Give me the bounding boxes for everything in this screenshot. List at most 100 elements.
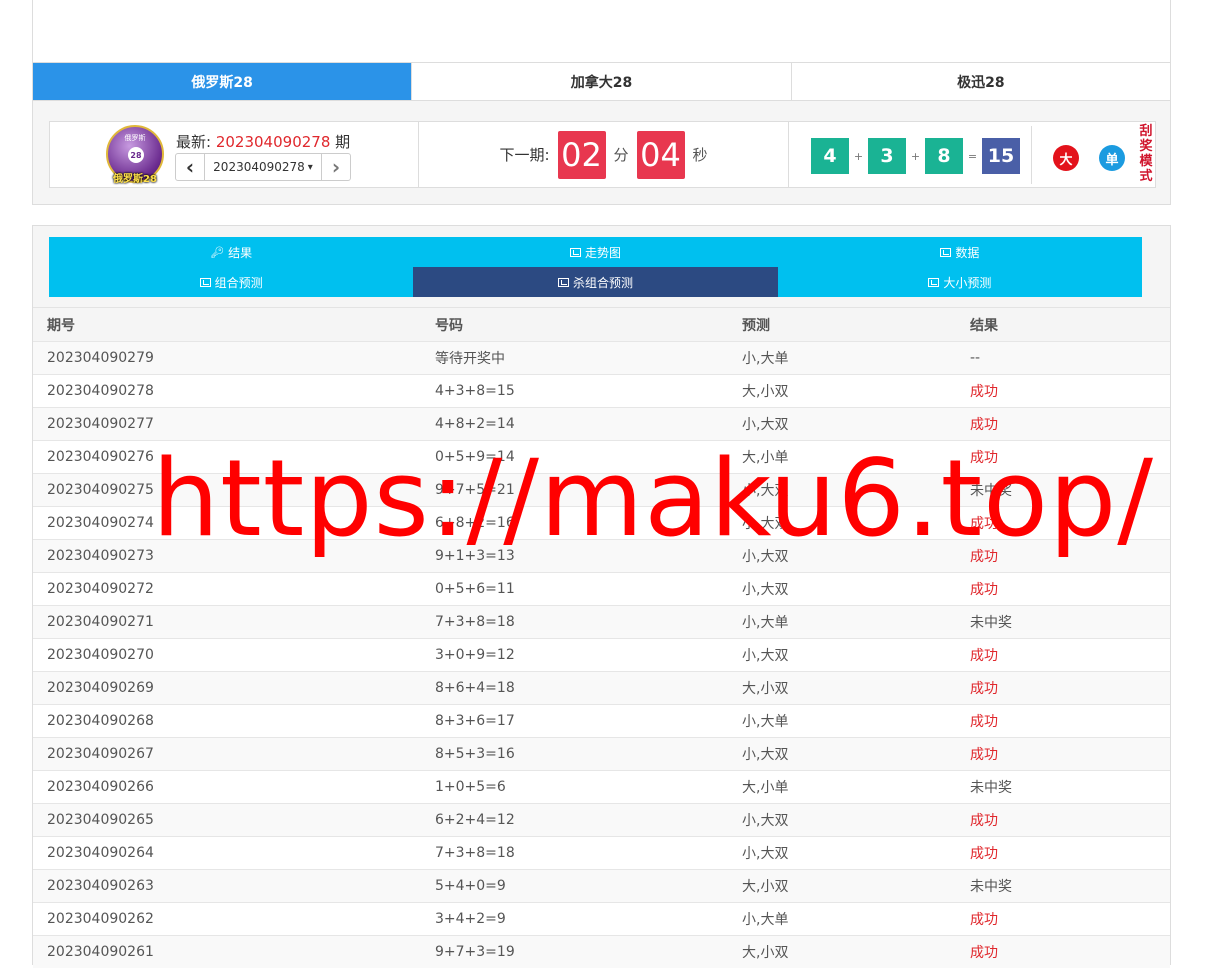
table-row: 2023040902647+3+8=18小,大双成功 [33,837,1170,870]
cell-issue: 202304090263 [33,870,421,903]
draw-sum: 15 [982,138,1020,174]
countdown-section: 下一期: 02 分 04 秒 [419,122,789,187]
cell-prediction: 大,小双 [728,870,956,903]
cell-result: 成功 [956,837,1170,870]
tab-canada28[interactable]: 加拿大28 [412,63,791,100]
size-badge: 大 [1053,145,1079,171]
cell-result: 成功 [956,903,1170,936]
cell-prediction: 小,大双 [728,408,956,441]
cell-issue: 202304090262 [33,903,421,936]
cell-numbers: 7+3+8=18 [421,837,728,870]
cell-issue: 202304090267 [33,738,421,771]
minutes-unit: 分 [614,144,629,165]
tab-jixun28[interactable]: 极迅28 [792,63,1170,100]
cell-issue: 202304090261 [33,936,421,968]
table-row: 2023040902720+5+6=11小,大双成功 [33,573,1170,606]
cell-prediction: 小,大单 [728,903,956,936]
cell-issue: 202304090276 [33,441,421,474]
chevron-right-icon: › [332,155,340,179]
cell-prediction: 小,大双 [728,639,956,672]
table-row: 2023040902784+3+8=15大,小双成功 [33,375,1170,408]
latest-number: 202304090278 [216,133,331,151]
cell-prediction: 小,大双 [728,837,956,870]
cell-numbers: 5+4+0=9 [421,870,728,903]
table-body: 202304090279等待开奖中小,大单--2023040902784+3+8… [33,342,1170,968]
cell-prediction: 大,小双 [728,672,956,705]
cell-issue: 202304090278 [33,375,421,408]
scratch-mode-link[interactable]: 刮奖模式 [1137,124,1155,184]
cell-numbers: 8+3+6=17 [421,705,728,738]
cell-result: -- [956,342,1170,375]
chart-icon [570,248,581,257]
cell-issue: 202304090266 [33,771,421,804]
latest-suffix: 期 [335,133,350,151]
cell-numbers: 0+5+9=14 [421,441,728,474]
caret-down-icon: ▾ [308,162,313,173]
cell-result: 成功 [956,540,1170,573]
table-row: 2023040902717+3+8=18小,大单未中奖 [33,606,1170,639]
plus-sign: + [849,150,868,163]
latest-section: 俄罗斯 28 俄罗斯28 最新: 202304090278 期 ‹ 202304… [50,122,419,187]
cell-numbers: 3+0+9=12 [421,639,728,672]
cell-result: 成功 [956,408,1170,441]
cell-prediction: 小,大双 [728,573,956,606]
prev-issue-button[interactable]: ‹ [176,154,205,180]
cell-issue: 202304090271 [33,606,421,639]
tab-data[interactable]: 数据 [778,237,1142,267]
tab-results-label: 结果 [228,244,252,261]
tab-size-prediction[interactable]: 大小预测 [778,267,1142,297]
cell-prediction: 小,大双 [728,507,956,540]
table-header-row: 期号 号码 预测 结果 [33,308,1170,342]
top-banner-area [32,0,1171,62]
cell-numbers: 8+5+3=16 [421,738,728,771]
cell-numbers: 1+0+5=6 [421,771,728,804]
header-result: 结果 [956,308,1170,342]
issue-select[interactable]: 202304090278 ▾ [205,154,321,180]
nav-row-1: 🔑︎ 结果 走势图 数据 [49,237,1142,267]
table-row: 2023040902746+8+2=16小,大双成功 [33,507,1170,540]
nav-row-2: 组合预测 杀组合预测 大小预测 [49,267,1142,297]
latest-issue: 最新: 202304090278 期 [176,131,350,152]
cell-result: 成功 [956,936,1170,968]
table-row: 202304090279等待开奖中小,大单-- [33,342,1170,375]
draw-ball-3: 8 [925,138,963,174]
latest-label: 最新: [176,133,211,151]
tab-kill-combo-label: 杀组合预测 [573,274,633,291]
cell-issue: 202304090279 [33,342,421,375]
table-row: 2023040902678+5+3=16小,大双成功 [33,738,1170,771]
cell-result: 未中奖 [956,606,1170,639]
tab-trend-chart[interactable]: 走势图 [413,237,777,267]
result-section: 4 + 3 + 8 = 15 大 单 刮奖模式 [789,122,1155,187]
cell-issue: 202304090265 [33,804,421,837]
cell-prediction: 小,大单 [728,606,956,639]
cell-issue: 202304090264 [33,837,421,870]
cell-numbers: 9+1+3=13 [421,540,728,573]
cell-numbers: 4+8+2=14 [421,408,728,441]
logo-caption: 俄罗斯28 [104,170,166,185]
table-row: 2023040902619+7+3=19大,小双成功 [33,936,1170,968]
divider [1031,126,1032,184]
cell-result: 未中奖 [956,474,1170,507]
tab-combo-prediction[interactable]: 组合预测 [49,267,413,297]
tab-combo-label: 组合预测 [215,274,263,291]
cell-result: 成功 [956,672,1170,705]
next-draw-label: 下一期: [499,144,549,165]
cell-result: 成功 [956,639,1170,672]
chart-icon [200,278,211,287]
draw-ball-2: 3 [868,138,906,174]
tab-results[interactable]: 🔑︎ 结果 [49,237,413,267]
seconds-unit: 秒 [693,144,708,165]
cell-result: 成功 [956,738,1170,771]
cell-prediction: 小,大双 [728,804,956,837]
cell-result: 未中奖 [956,771,1170,804]
next-issue-button[interactable]: › [321,154,350,180]
tab-kill-combo-prediction[interactable]: 杀组合预测 [413,267,777,297]
cell-issue: 202304090268 [33,705,421,738]
tab-size-label: 大小预测 [943,274,991,291]
table-row: 2023040902759+7+5=21小,大双未中奖 [33,474,1170,507]
parity-badge: 单 [1099,145,1125,171]
cell-numbers: 7+3+8=18 [421,606,728,639]
cell-issue: 202304090274 [33,507,421,540]
game-tabs: 俄罗斯28 加拿大28 极迅28 [32,62,1171,101]
tab-russia28[interactable]: 俄罗斯28 [33,63,412,100]
